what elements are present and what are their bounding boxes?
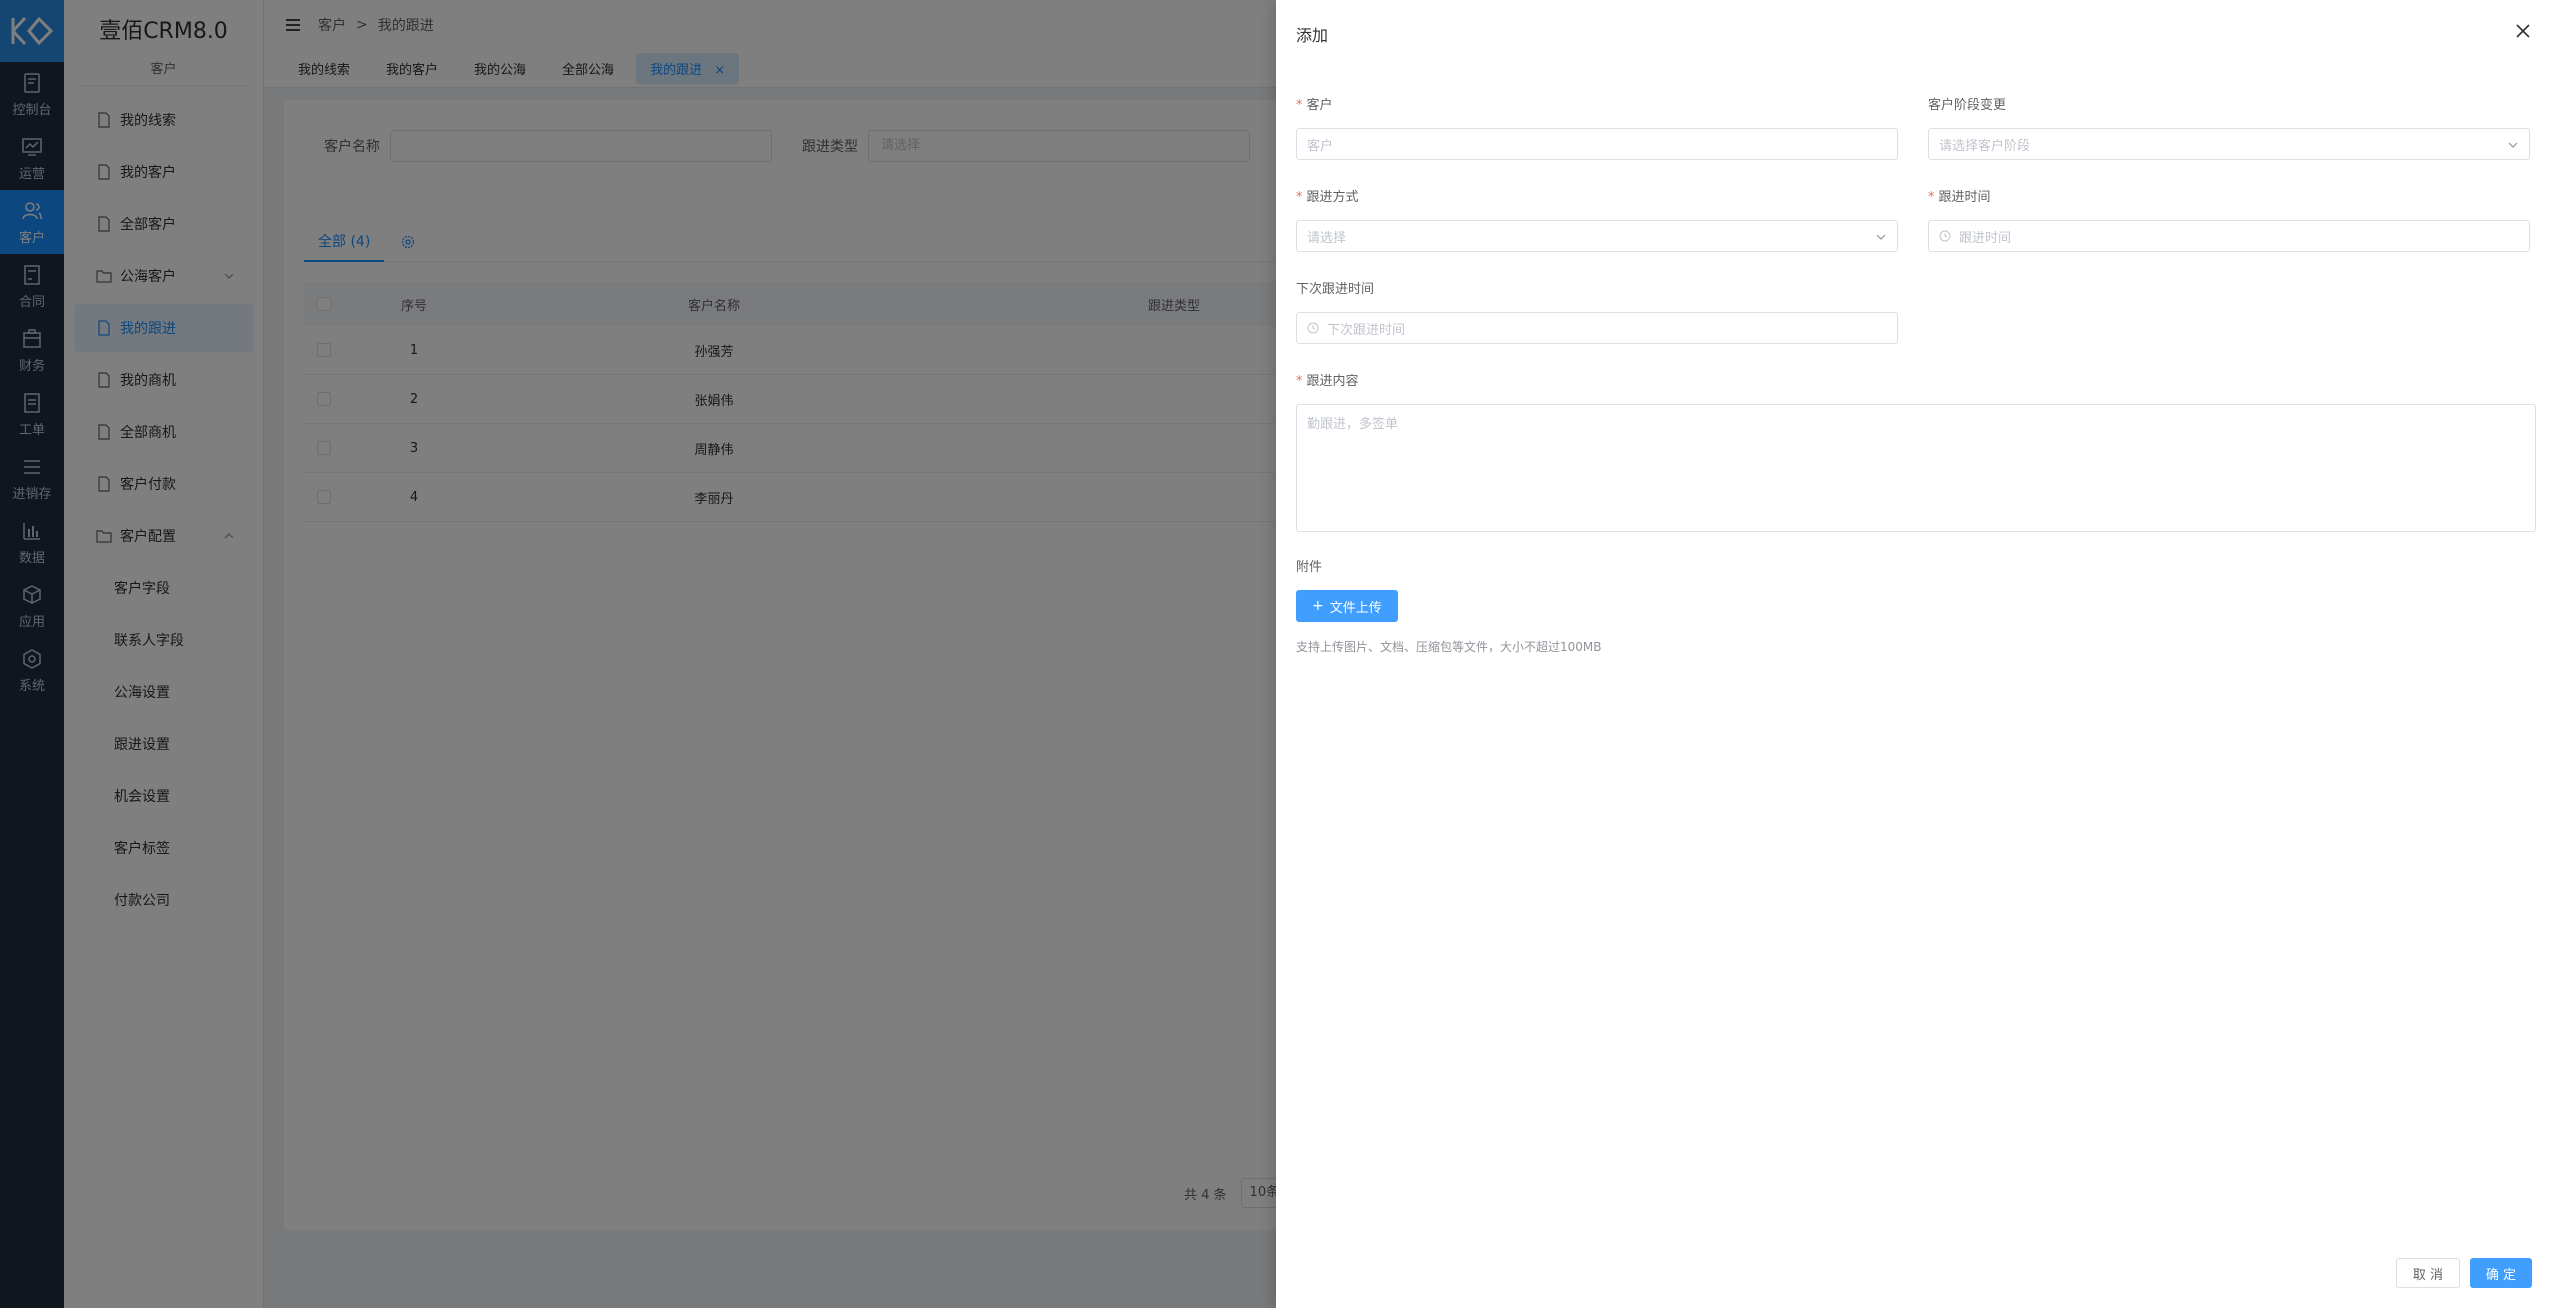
clock-icon [1939, 230, 1951, 242]
customer-placeholder: 客户 [1307, 138, 1334, 154]
time-picker[interactable]: 跟进时间 [1928, 220, 2530, 252]
customer-input[interactable]: 客户 [1296, 128, 1898, 160]
cancel-button[interactable]: 取 消 [2396, 1258, 2460, 1288]
drawer-title: 添加 [1296, 26, 1329, 45]
upload-tip: 支持上传图片、文档、压缩包等文件，大小不超过100MB [1296, 640, 1602, 654]
chevron-down-icon [2508, 142, 2518, 148]
upload-button[interactable]: + 文件上传 [1296, 590, 1398, 622]
attachment-form-item: 附件 + 文件上传 支持上传图片、文档、压缩包等文件，大小不超过100MB [1296, 558, 1602, 655]
next-time-form-item: 下次跟进时间 下次跟进时间 [1296, 280, 1898, 344]
plus-icon: + [1312, 598, 1324, 614]
next-time-label: 下次跟进时间 [1296, 282, 1375, 297]
next-time-placeholder: 下次跟进时间 [1327, 322, 1406, 338]
stage-label: 客户阶段变更 [1928, 98, 2007, 113]
chevron-down-icon [1876, 234, 1886, 240]
attachment-label: 附件 [1296, 560, 1323, 575]
stage-select[interactable]: 请选择客户阶段 [1928, 128, 2530, 160]
required-mark: * [1928, 190, 1935, 205]
required-mark: * [1296, 98, 1303, 113]
content-label: 跟进内容 [1306, 374, 1359, 389]
method-select[interactable]: 请选择 [1296, 220, 1898, 252]
stage-form-item: 客户阶段变更 请选择客户阶段 [1928, 96, 2530, 160]
required-mark: * [1296, 190, 1303, 205]
customer-label: 客户 [1306, 98, 1333, 113]
required-mark: * [1296, 374, 1303, 389]
confirm-button[interactable]: 确 定 [2470, 1258, 2532, 1288]
next-time-picker[interactable]: 下次跟进时间 [1296, 312, 1898, 344]
method-form-item: * 跟进方式 请选择 [1296, 188, 1898, 252]
time-label: 跟进时间 [1938, 190, 1991, 205]
stage-placeholder: 请选择客户阶段 [1939, 138, 2031, 154]
customer-form-item: * 客户 客户 [1296, 96, 1898, 160]
add-followup-drawer: 添加 * 客户 客户 客户阶段变更 请选择客户阶段 * 跟进方式 请选择 * 跟进时间… [1276, 0, 2552, 1308]
content-form-item: * 跟进内容 勤跟进，多签单 [1296, 372, 2536, 532]
clock-icon [1307, 322, 1319, 334]
method-label: 跟进方式 [1306, 190, 1359, 205]
method-placeholder: 请选择 [1307, 230, 1347, 246]
close-icon[interactable] [2514, 22, 2532, 40]
time-placeholder: 跟进时间 [1959, 230, 2012, 246]
time-form-item: * 跟进时间 跟进时间 [1928, 188, 2530, 252]
content-textarea[interactable]: 勤跟进，多签单 [1296, 404, 2536, 532]
content-placeholder: 勤跟进，多签单 [1307, 417, 1399, 432]
upload-label: 文件上传 [1329, 600, 1382, 616]
